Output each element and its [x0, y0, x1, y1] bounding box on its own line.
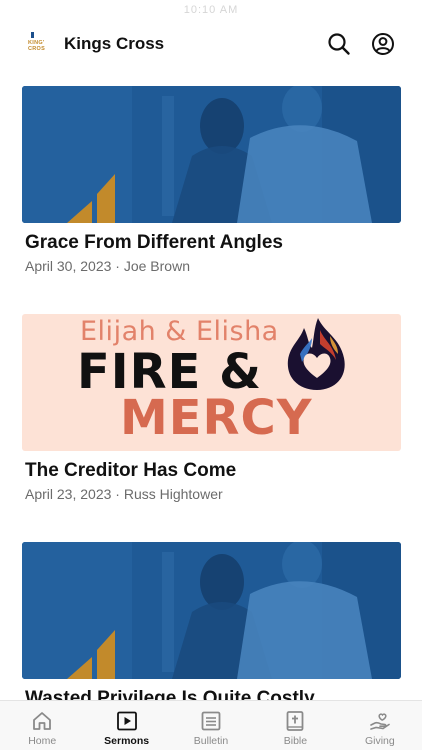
search-icon	[328, 33, 350, 55]
tab-bible[interactable]: Bible	[253, 701, 337, 750]
profile-icon	[372, 33, 394, 55]
status-time: 10:10 AM	[183, 4, 239, 16]
search-button[interactable]	[325, 30, 353, 58]
tab-label: Bulletin	[193, 735, 229, 747]
photo-blue-image	[22, 542, 401, 679]
art-subtitle: Elijah & Elisha	[80, 316, 279, 347]
sermon-meta: April 30, 2023 · Joe Brown	[25, 258, 190, 274]
sermon-thumbnail[interactable]: Elijah & Elisha FIRE & MERCY	[22, 314, 401, 451]
tab-label: Bible	[283, 735, 308, 747]
tab-home[interactable]: Home	[0, 701, 84, 750]
tab-bar: Home Sermons Bulletin Bible Giving	[0, 700, 422, 750]
tab-label: Sermons	[104, 735, 150, 747]
bible-icon	[287, 711, 304, 731]
tab-label: Giving	[364, 735, 395, 747]
app-title: Kings Cross	[64, 34, 165, 53]
tab-bulletin[interactable]: Bulletin	[169, 701, 253, 750]
sermon-title[interactable]: The Creditor Has Come	[25, 460, 236, 482]
tab-sermons[interactable]: Sermons	[84, 701, 168, 750]
giving-icon	[370, 713, 390, 730]
sermon-thumbnail[interactable]	[22, 86, 401, 223]
play-icon	[116, 711, 137, 731]
tab-label: Home	[28, 735, 57, 747]
app-header: KING' CROS Kings Cross	[0, 26, 422, 62]
logo-text: KING' CROS	[28, 40, 46, 52]
sermon-title[interactable]: Grace From Different Angles	[25, 232, 283, 254]
photo-blue-image	[22, 86, 401, 223]
bulletin-icon	[201, 711, 221, 731]
app-logo: KING' CROS	[28, 32, 50, 56]
home-icon	[33, 712, 52, 730]
sermon-thumbnail[interactable]	[22, 542, 401, 679]
sermon-meta: April 23, 2023 · Russ Hightower	[25, 486, 223, 502]
profile-button[interactable]	[369, 30, 397, 58]
flame-heart-icon	[287, 318, 345, 390]
tab-giving[interactable]: Giving	[338, 701, 422, 750]
art-title-bottom: MERCY	[120, 390, 313, 446]
